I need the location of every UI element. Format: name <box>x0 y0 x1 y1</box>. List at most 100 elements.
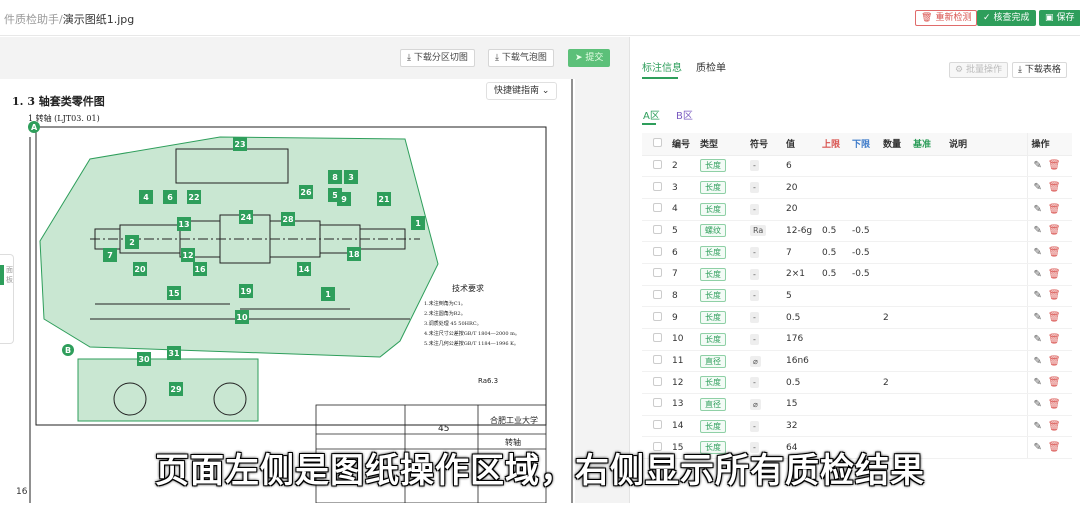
edit-icon[interactable]: ✎ <box>1034 225 1042 236</box>
table-row[interactable]: 11 直径 ⌀ 16n6 ✎ 🗑 <box>642 350 1072 373</box>
delete-icon[interactable]: 🗑 <box>1048 204 1061 215</box>
tab-marks[interactable]: 标注信息 <box>642 59 682 74</box>
recheck-button[interactable]: 🗑 重新检测 <box>915 10 978 26</box>
tech-line: 4.未注尺寸公差按GB/T 1804—2000 m。 <box>424 330 520 337</box>
delete-icon[interactable]: 🗑 <box>1048 160 1061 171</box>
zone-tab-a[interactable]: A区 <box>643 107 660 122</box>
row-actions: ✎ 🗑 <box>1026 220 1072 243</box>
shortcut-label: 快捷键指南 <box>494 86 540 96</box>
table-row[interactable]: 7 长度 -2×1 0.5 -0.5 ✎ 🗑 <box>642 263 1072 286</box>
table-row[interactable]: 12 长度 -0.5 2 ✎ 🗑 <box>642 371 1072 395</box>
row-value: 7 <box>786 241 822 264</box>
zone-tab-b[interactable]: B区 <box>676 107 693 122</box>
edit-icon[interactable]: ✎ <box>1034 356 1042 367</box>
table-row[interactable]: 13 直径 ⌀ 15 ✎ 🗑 <box>642 393 1072 416</box>
edit-icon[interactable]: ✎ <box>1034 290 1042 301</box>
row-checkbox[interactable] <box>653 398 662 408</box>
delete-icon[interactable]: 🗑 <box>1048 290 1061 301</box>
row-checkbox[interactable] <box>653 355 662 365</box>
delete-icon[interactable]: 🗑 <box>1048 356 1061 367</box>
delete-icon[interactable]: 🗑 <box>1048 225 1061 236</box>
symbol-tag: - <box>750 377 759 389</box>
edit-icon[interactable]: ✎ <box>1034 247 1042 258</box>
download-table-button[interactable]: ⤓ 下载表格 <box>1012 62 1067 78</box>
table-row[interactable]: 9 长度 -0.5 2 ✎ 🗑 <box>642 306 1072 329</box>
row-checkbox[interactable] <box>653 268 662 278</box>
save-button[interactable]: ▣ 保存 <box>1039 10 1080 26</box>
edit-icon[interactable]: ✎ <box>1034 269 1042 280</box>
type-tag: 螺纹 <box>700 224 726 238</box>
row-checkbox[interactable] <box>653 203 662 213</box>
side-panel-tab[interactable]: 面板 <box>0 254 14 344</box>
row-checkbox[interactable] <box>653 246 662 256</box>
edit-icon[interactable]: ✎ <box>1034 204 1042 215</box>
submit-button[interactable]: ➤ 提交 <box>568 49 611 67</box>
row-actions: ✎ 🗑 <box>1026 241 1072 264</box>
row-qty <box>883 241 913 264</box>
row-id: 7 <box>672 263 700 286</box>
edit-icon[interactable]: ✎ <box>1034 377 1042 388</box>
row-actions: ✎ 🗑 <box>1026 263 1072 286</box>
annotation-bubble-label: 31 <box>168 349 180 358</box>
delete-icon[interactable]: 🗑 <box>1048 247 1061 258</box>
row-checkbox[interactable] <box>653 181 662 191</box>
table-row[interactable]: 2 长度 -6 ✎ 🗑 <box>642 155 1072 178</box>
row-qty <box>883 285 913 308</box>
symbol-tag: - <box>750 420 759 432</box>
row-qty <box>883 198 913 221</box>
edit-icon[interactable]: ✎ <box>1034 334 1042 345</box>
table-row[interactable]: 5 螺纹 Ra 12-6g 0.5 -0.5 ✎ 🗑 <box>642 220 1072 243</box>
complete-label: 核查完成 <box>993 13 1030 23</box>
edit-icon[interactable]: ✎ <box>1034 160 1042 171</box>
row-value: 0.5 <box>786 371 822 395</box>
row-qty <box>883 415 913 438</box>
row-checkbox[interactable] <box>653 224 662 234</box>
row-checkbox[interactable] <box>653 333 662 343</box>
delete-icon[interactable]: 🗑 <box>1048 312 1061 323</box>
row-select-cell <box>642 155 672 178</box>
table-row[interactable]: 8 长度 -5 ✎ 🗑 <box>642 285 1072 308</box>
col-id: 编号 <box>672 133 700 156</box>
row-checkbox[interactable] <box>653 159 662 169</box>
symbol-tag: - <box>750 333 759 345</box>
complete-button[interactable]: ✓ 核查完成 <box>977 10 1036 26</box>
row-checkbox[interactable] <box>653 289 662 299</box>
results-panel: 标注信息 质检单 ⚙ 批量操作 ⤓ 下载表格 A区 B区 编号 类型 符号 值 … <box>634 37 1080 503</box>
row-checkbox[interactable] <box>653 376 662 386</box>
tab-qc[interactable]: 质检单 <box>696 59 726 74</box>
row-type-cell: 长度 <box>700 263 750 286</box>
delete-icon[interactable]: 🗑 <box>1048 399 1061 410</box>
batch-action-button[interactable]: ⚙ 批量操作 <box>949 62 1008 78</box>
select-all-checkbox[interactable] <box>653 137 662 147</box>
row-id: 2 <box>672 155 700 178</box>
row-checkbox[interactable] <box>653 420 662 430</box>
edit-icon[interactable]: ✎ <box>1034 399 1042 410</box>
breadcrumb-parent[interactable]: 件质检助手 <box>4 13 59 26</box>
edit-icon[interactable]: ✎ <box>1034 421 1042 432</box>
delete-icon[interactable]: 🗑 <box>1048 269 1061 280</box>
delete-icon[interactable]: 🗑 <box>1048 421 1061 432</box>
table-row[interactable]: 14 长度 -32 ✎ 🗑 <box>642 415 1072 438</box>
type-tag: 直径 <box>700 397 726 411</box>
delete-icon[interactable]: 🗑 <box>1048 377 1061 388</box>
table-row[interactable]: 4 长度 -20 ✎ 🗑 <box>642 198 1072 221</box>
row-lower <box>852 393 883 416</box>
row-type-cell: 直径 <box>700 350 750 373</box>
download-zones-button[interactable]: ⤓ 下载分区切图 <box>400 49 475 67</box>
annotation-bubble-label: 2 <box>129 238 135 247</box>
edit-icon[interactable]: ✎ <box>1034 312 1042 323</box>
edit-icon[interactable]: ✎ <box>1034 182 1042 193</box>
col-note: 说明 <box>949 133 1027 156</box>
download-bubbles-button[interactable]: ⤓ 下载气泡图 <box>488 49 554 67</box>
delete-icon[interactable]: 🗑 <box>1048 334 1061 345</box>
zone-b-region[interactable] <box>77 358 259 422</box>
row-type-cell: 长度 <box>700 198 750 221</box>
row-symbol-cell: - <box>750 415 786 438</box>
download-icon: ⤓ <box>495 53 502 63</box>
row-checkbox[interactable] <box>653 311 662 321</box>
shortcut-guide-button[interactable]: 快捷键指南 ⌄ <box>486 82 558 100</box>
table-row[interactable]: 10 长度 -176 ✎ 🗑 <box>642 328 1072 351</box>
table-row[interactable]: 3 长度 -20 ✎ 🗑 <box>642 176 1072 199</box>
delete-icon[interactable]: 🗑 <box>1048 182 1061 193</box>
table-row[interactable]: 6 长度 -7 0.5 -0.5 ✎ 🗑 <box>642 241 1072 264</box>
